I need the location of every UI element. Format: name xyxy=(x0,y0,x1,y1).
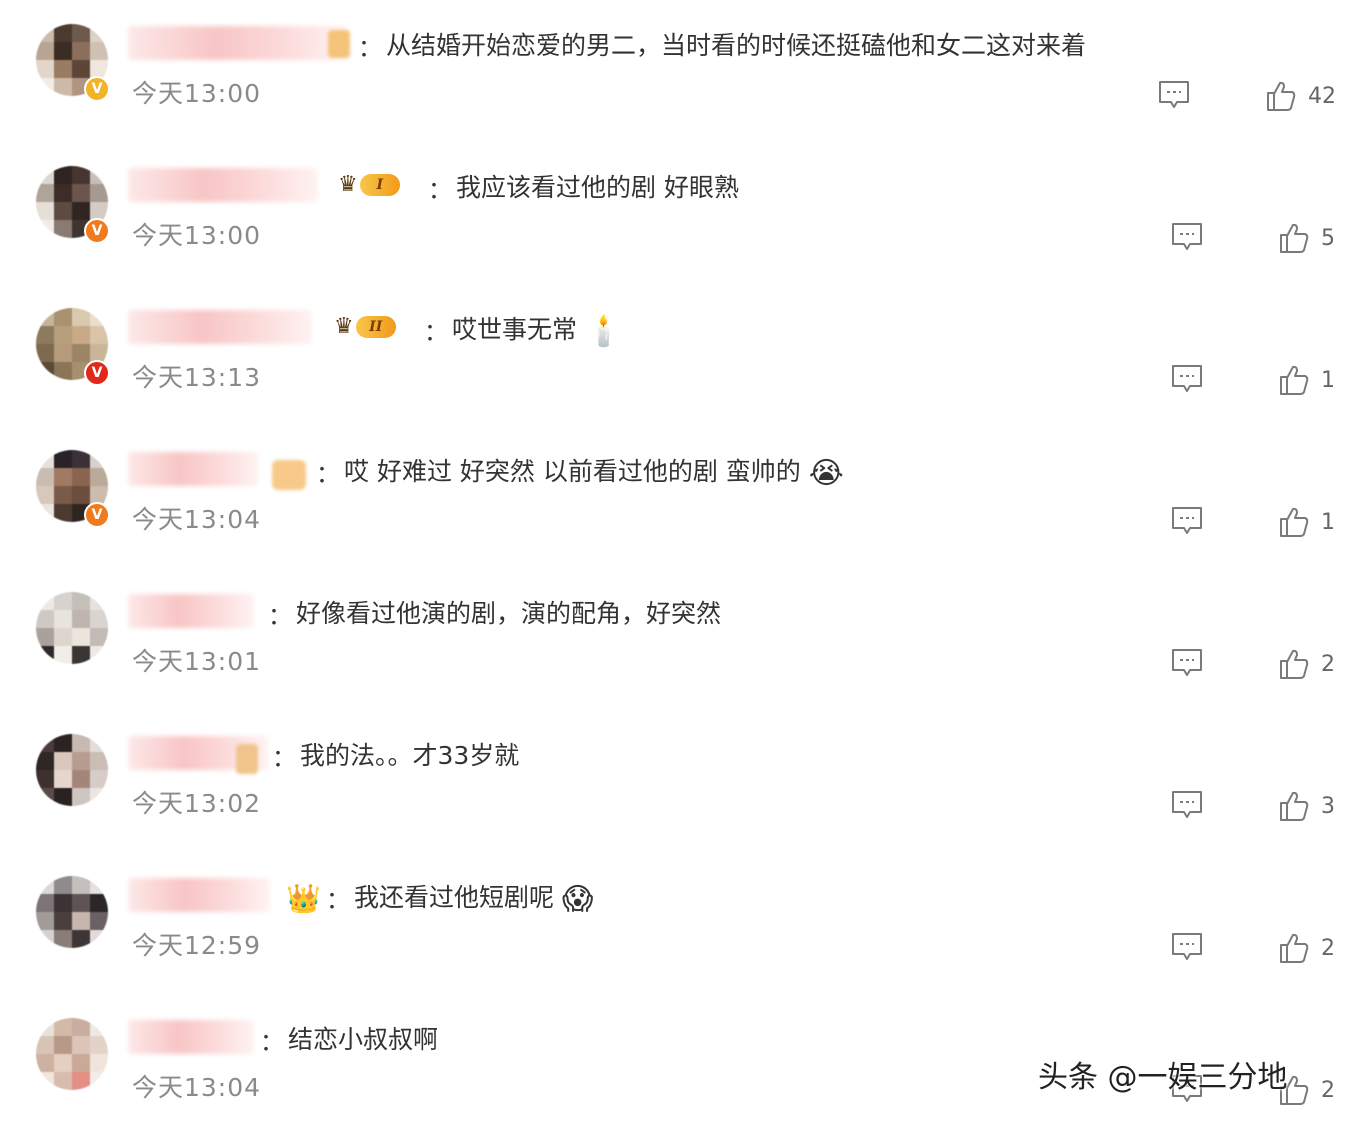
username[interactable] xyxy=(128,878,270,912)
colon: ： xyxy=(428,176,452,204)
comment-item: V ： 哎 好难过 好突然 以前看过他的剧 蛮帅的 😭 今天13:04 1 xyxy=(0,426,1352,568)
username[interactable] xyxy=(128,310,312,344)
comment-text: 好像看过他演的剧，演的配角，好突然 xyxy=(296,599,722,628)
comment-item: ： 好像看过他演的剧，演的配角，好突然 今天13:01 2 xyxy=(0,568,1352,710)
comment-item: ： 我的法。。才33岁就 今天13:02 3 xyxy=(0,710,1352,852)
comment-text: 哎世事无常 🕯️ xyxy=(452,310,622,349)
screaming-face-icon: 😱 xyxy=(562,881,594,917)
fan-medal-level: I xyxy=(359,174,400,196)
reply-icon[interactable] xyxy=(1171,648,1203,678)
comment-text: 我还看过他短剧呢 😱 xyxy=(354,878,593,917)
fan-badge-icon xyxy=(236,744,258,774)
reply-icon[interactable] xyxy=(1158,80,1190,110)
comment-text: 结恋小叔叔啊 xyxy=(288,1025,439,1054)
like-icon[interactable] xyxy=(1266,80,1296,112)
username[interactable] xyxy=(128,594,254,628)
comment-text-content: 哎 好难过 好突然 以前看过他的剧 蛮帅的 xyxy=(344,457,801,486)
like-icon[interactable] xyxy=(1279,506,1309,538)
comment-text-content: 哎世事无常 xyxy=(452,315,578,344)
comment-time: 今天13:01 xyxy=(132,647,262,676)
colon: ： xyxy=(326,886,350,914)
comment-text: 从结婚开始恋爱的男二，当时看的时候还挺磕他和女二这对来着 xyxy=(386,31,1087,60)
avatar[interactable]: V xyxy=(36,24,110,102)
comment-time: 今天13:13 xyxy=(132,363,262,392)
comment-time: 今天13:04 xyxy=(132,1073,262,1102)
comment-item: V ♛ I ： 我应该看过他的剧 好眼熟 今天13:00 5 xyxy=(0,142,1352,284)
avatar[interactable] xyxy=(36,876,108,948)
username[interactable] xyxy=(128,26,348,60)
comment-text-content: 我还看过他短剧呢 xyxy=(354,883,555,912)
like-count: 2 xyxy=(1321,936,1335,961)
avatar[interactable]: V xyxy=(36,166,110,244)
avatar[interactable]: V xyxy=(36,450,110,528)
avatar[interactable] xyxy=(36,1018,108,1090)
colon: ： xyxy=(316,460,340,488)
comment-time: 今天13:02 xyxy=(132,789,262,818)
like-count: 42 xyxy=(1308,84,1336,109)
colon: ： xyxy=(260,1028,284,1056)
verified-badge-icon: V xyxy=(84,218,110,244)
watermark: 头条 @一娱三分地 xyxy=(1038,1060,1288,1095)
like-count: 5 xyxy=(1321,226,1335,251)
username[interactable] xyxy=(128,1020,254,1054)
comment-text: 哎 好难过 好突然 以前看过他的剧 蛮帅的 😭 xyxy=(344,452,844,491)
comment-time: 今天12:59 xyxy=(132,931,262,960)
colon: ： xyxy=(272,744,296,772)
reply-icon[interactable] xyxy=(1171,932,1203,962)
fan-medal-level: II xyxy=(355,316,396,338)
comment-text: 我应该看过他的剧 好眼熟 xyxy=(456,173,739,202)
username[interactable] xyxy=(128,452,258,486)
like-count: 1 xyxy=(1321,510,1335,535)
fan-badge-icon xyxy=(328,30,350,58)
comment-time: 今天13:04 xyxy=(132,505,262,534)
verified-badge-icon: V xyxy=(84,360,110,386)
like-count: 1 xyxy=(1321,368,1335,393)
like-count: 2 xyxy=(1321,652,1335,677)
crown-icon: ♛ xyxy=(334,314,354,339)
username[interactable] xyxy=(128,168,318,202)
like-count: 2 xyxy=(1321,1078,1335,1103)
colon: ： xyxy=(268,602,292,630)
fan-medal: ♛ I xyxy=(338,172,400,198)
reply-icon[interactable] xyxy=(1171,222,1203,252)
fan-medal: ♛ II xyxy=(334,314,396,340)
reply-icon[interactable] xyxy=(1171,364,1203,394)
fan-badge-icon xyxy=(272,460,306,490)
crown-badge-icon: 👑 xyxy=(286,882,321,915)
verified-badge-icon: V xyxy=(84,76,110,102)
reply-icon[interactable] xyxy=(1171,790,1203,820)
candle-icon: 🕯️ xyxy=(585,313,623,349)
like-icon[interactable] xyxy=(1279,648,1309,680)
like-icon[interactable] xyxy=(1279,932,1309,964)
avatar[interactable]: V xyxy=(36,308,110,386)
crying-face-icon: 😭 xyxy=(808,455,844,491)
comment-item: 👑 ： 我还看过他短剧呢 😱 今天12:59 2 xyxy=(0,852,1352,994)
reply-icon[interactable] xyxy=(1171,506,1203,536)
comment-time: 今天13:00 xyxy=(132,221,262,250)
colon: ： xyxy=(358,34,382,62)
colon: ： xyxy=(424,318,448,346)
like-count: 3 xyxy=(1321,794,1335,819)
verified-badge-icon: V xyxy=(84,502,110,528)
comment-time: 今天13:00 xyxy=(132,79,262,108)
avatar[interactable] xyxy=(36,592,108,664)
comment-item: V ： 从结婚开始恋爱的男二，当时看的时候还挺磕他和女二这对来着 今天13:00… xyxy=(0,0,1352,142)
comment-text: 我的法。。才33岁就 xyxy=(300,741,520,770)
avatar[interactable] xyxy=(36,734,108,806)
like-icon[interactable] xyxy=(1279,790,1309,822)
crown-icon: ♛ xyxy=(338,172,358,197)
comment-item: V ♛ II ： 哎世事无常 🕯️ 今天13:13 1 xyxy=(0,284,1352,426)
like-icon[interactable] xyxy=(1279,222,1309,254)
like-icon[interactable] xyxy=(1279,364,1309,396)
